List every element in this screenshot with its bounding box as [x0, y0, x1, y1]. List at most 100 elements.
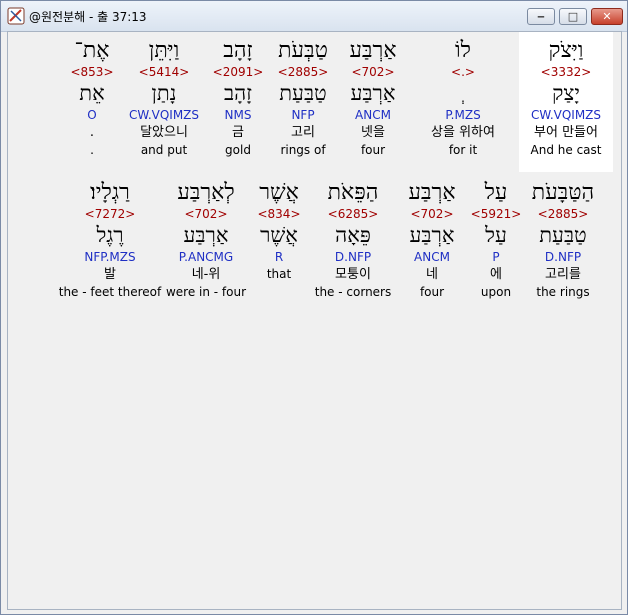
korean-gloss: .	[89, 125, 95, 140]
korean-gloss: 발	[104, 267, 116, 282]
minimize-icon: ‒	[537, 10, 545, 23]
word-column[interactable]: הַטַּבָּעֹת <2885> טַבַּעַת D.NFP 고리를 th…	[518, 180, 608, 300]
strong-number[interactable]: <2885>	[518, 206, 608, 222]
lemma: עַל	[485, 223, 507, 247]
strong-number[interactable]: <.>	[413, 64, 513, 80]
lemma: אֵת	[79, 81, 105, 105]
close-icon: ✕	[602, 10, 612, 23]
korean-gloss: 넷을	[361, 125, 385, 140]
morphology: NFP.MZS	[84, 250, 136, 264]
hebrew-word: הַפֵּאֹת	[327, 180, 379, 205]
korean-gloss: 에	[490, 267, 502, 282]
lemma: אַרְבַּע	[183, 223, 229, 247]
word-column[interactable]: אַרְבַּע <702> אַרְבַּע ANCM 네 four	[398, 180, 466, 300]
word-column[interactable]: רַגְלָיו׃ <7272> רֶגֶל NFP.MZS 발 the - f…	[58, 180, 162, 300]
strong-number[interactable]: <3332>	[521, 64, 611, 80]
english-gloss: And he cast	[530, 143, 602, 157]
word-column[interactable]: זָהָב <2091> זָהָב NMS 금 gold	[210, 38, 266, 158]
morphology: CW.VQIMZS	[128, 108, 200, 122]
korean-gloss: 고리	[291, 125, 315, 140]
morphology: D.NFP	[334, 250, 372, 264]
lemma: טַבַּעַת	[279, 81, 327, 105]
hebrew-word: אֶת־	[74, 38, 110, 63]
hebrew-word: וַיִּצֹק	[548, 38, 584, 63]
korean-gloss: 고리를	[545, 267, 581, 282]
english-gloss: .	[90, 143, 94, 157]
morphology: O	[87, 108, 97, 122]
strong-number[interactable]: <702>	[162, 206, 250, 222]
strong-number[interactable]: <2091>	[210, 64, 266, 80]
strong-number[interactable]: <2885>	[272, 64, 334, 80]
lemma: אַרְבַּע	[409, 223, 455, 247]
lemma: ְ	[413, 80, 513, 106]
morphology: ANCM	[414, 250, 450, 264]
hebrew-word: לְאַרְבַּע	[177, 180, 235, 205]
lemma: אַרְבַּע	[350, 81, 396, 105]
english-gloss: rings of	[280, 143, 326, 157]
hebrew-word: טַבְּעֹת	[278, 38, 328, 63]
korean-gloss: 상을 위하여	[431, 125, 495, 140]
korean-gloss: 부어 만들어	[534, 125, 598, 140]
korean-gloss: 네	[426, 267, 438, 282]
english-gloss: gold	[225, 143, 251, 157]
korean-gloss: 금	[232, 125, 244, 140]
strong-number[interactable]: <5414>	[122, 64, 206, 80]
hebrew-word: רַגְלָיו׃	[90, 180, 130, 205]
morphology: NMS	[224, 108, 252, 122]
maximize-button[interactable]: □	[559, 8, 587, 25]
lemma: נָתַן	[151, 81, 177, 105]
strong-number[interactable]: <702>	[398, 206, 466, 222]
close-button[interactable]: ✕	[591, 8, 623, 25]
strong-number[interactable]: <702>	[338, 64, 408, 80]
morphology: D.NFP	[544, 250, 582, 264]
hebrew-word: אֲשֶׁר	[259, 180, 299, 205]
morphology: R	[274, 250, 284, 264]
strong-number[interactable]: <7272>	[58, 206, 162, 222]
word-column[interactable]: אֶת־ <853> אֵת O . .	[64, 38, 120, 158]
morphology: ANCM	[355, 108, 391, 122]
lemma: פֵּאָה	[335, 223, 371, 247]
hebrew-word: זָהָב	[223, 38, 253, 63]
title-bar[interactable]: @원전분해 - 출 37:13 ‒ □ ✕	[1, 1, 627, 32]
minimize-button[interactable]: ‒	[527, 8, 555, 25]
word-column[interactable]: טַבְּעֹת <2885> טַבַּעַת NFP 고리 rings of	[272, 38, 334, 158]
word-column[interactable]: לוֹ <.> ְ P.MZS 상을 위하여 for it	[413, 38, 513, 158]
english-gloss: for it	[448, 143, 478, 157]
hebrew-word: אַרְבַּע	[408, 180, 456, 205]
hebrew-word: הַטַּבָּעֹת	[531, 180, 595, 205]
word-column[interactable]: אַרְבַּע <702> אַרְבַּע ANCM 넷을 four	[338, 38, 408, 158]
lemma: אֲשֶׁר	[260, 223, 298, 247]
english-gloss: upon	[480, 285, 512, 299]
word-column[interactable]: עַל <5921> עַל P 에 upon	[466, 180, 526, 300]
lemma: טַבַּעַת	[539, 223, 587, 247]
english-gloss: the - feet thereof	[58, 285, 162, 299]
word-column[interactable]: אֲשֶׁר <834> אֲשֶׁר R that	[248, 180, 310, 282]
word-column[interactable]: וַיִּצֹק <3332> יָצַק CW.VQIMZS 부어 만들어 A…	[521, 38, 611, 158]
word-column[interactable]: לְאַרְבַּע <702> אַרְבַּע P.ANCMG 네-위 we…	[162, 180, 250, 300]
english-gloss: that	[266, 267, 292, 281]
word-column[interactable]: וַיִּתֵּן <5414> נָתַן CW.VQIMZS 달았으니 an…	[122, 38, 206, 158]
maximize-icon: □	[567, 10, 579, 23]
window-title: @원전분해 - 출 37:13	[29, 10, 147, 24]
app-icon	[7, 7, 25, 25]
morphology: P.MZS	[445, 108, 481, 122]
lemma: רֶגֶל	[96, 223, 124, 247]
hebrew-word: וַיִּתֵּן	[148, 38, 180, 63]
lemma: זָהָב	[223, 81, 253, 105]
morphology: P.ANCMG	[178, 250, 234, 264]
strong-number[interactable]: <6285>	[308, 206, 398, 222]
interlinear-panel: וַיִּצֹק <3332> יָצַק CW.VQIMZS 부어 만들어 A…	[7, 31, 622, 610]
strong-number[interactable]: <853>	[64, 64, 120, 80]
korean-gloss: 모퉁이	[335, 267, 371, 282]
korean-gloss: 네-위	[191, 267, 221, 282]
hebrew-word: אַרְבַּע	[349, 38, 397, 63]
english-gloss: the rings	[536, 285, 590, 299]
app-window: @원전분해 - 출 37:13 ‒ □ ✕ וַיִּצֹק <3332> יָ…	[0, 0, 628, 615]
strong-number[interactable]: <5921>	[466, 206, 526, 222]
morphology: P	[492, 250, 500, 264]
korean-gloss: 달았으니	[140, 125, 188, 140]
word-column[interactable]: הַפֵּאֹת <6285> פֵּאָה D.NFP 모퉁이 the - c…	[308, 180, 398, 300]
lemma: יָצַק	[552, 81, 580, 105]
english-gloss: four	[419, 285, 445, 299]
strong-number[interactable]: <834>	[248, 206, 310, 222]
